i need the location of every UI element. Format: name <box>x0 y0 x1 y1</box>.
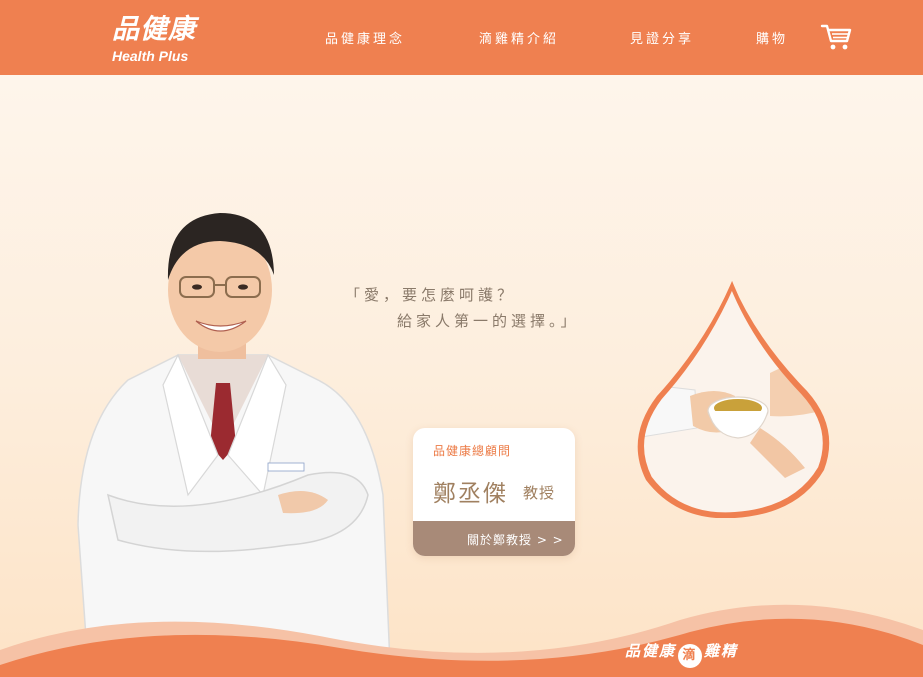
shopping-cart-icon[interactable] <box>820 23 852 51</box>
footer-brand-logo[interactable]: 品健康滴雞精 <box>625 640 738 668</box>
footer-wave <box>0 604 923 677</box>
brand-logo[interactable]: 品健康 Health Plus <box>112 14 196 65</box>
brand-name-en: Health Plus <box>112 48 189 64</box>
brand-name-cn: 品健康 <box>112 14 196 45</box>
advisor-title: 教授 <box>523 484 556 502</box>
nav-item-chicken-essence[interactable]: 滴雞精介紹 <box>479 28 559 47</box>
advisor-role: 品健康總顧問 <box>433 444 512 458</box>
quote-line-1: 「愛，要怎麼呵護？ <box>345 286 517 304</box>
footer-brand-suffix: 雞精 <box>704 642 739 660</box>
about-advisor-button[interactable]: 關於鄭教授 > > <box>413 521 575 556</box>
drop-badge-icon: 滴 <box>678 644 703 668</box>
advisor-profile-card: 品健康總顧問 鄭丞傑 教授 關於鄭教授 > > <box>413 428 575 556</box>
soup-bowl-drop-illustration <box>637 280 830 518</box>
nav-item-testimonials[interactable]: 見證分享 <box>630 28 694 47</box>
footer-brand-prefix: 品健康 <box>625 642 677 660</box>
top-nav-bar: 品健康 Health Plus 品健康理念 滴雞精介紹 見證分享 購物 <box>0 0 923 75</box>
quote-line-2: 給家人第一的選擇。」 <box>397 312 580 330</box>
hero-quote: 「愛，要怎麼呵護？ 給家人第一的選擇。」 <box>345 282 580 334</box>
nav-item-philosophy[interactable]: 品健康理念 <box>325 28 405 47</box>
nav-item-shop[interactable]: 購物 <box>756 28 788 47</box>
advisor-name: 鄭丞傑 <box>433 481 508 507</box>
